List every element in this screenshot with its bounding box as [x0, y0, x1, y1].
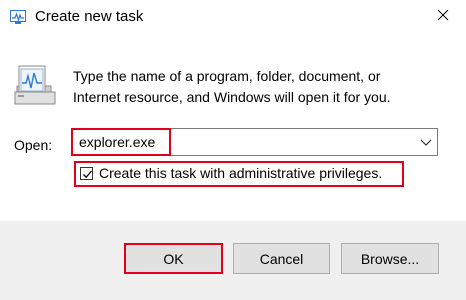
title-bar: Create new task: [0, 0, 466, 34]
instruction-text: Type the name of a program, folder, docu…: [73, 66, 443, 108]
ok-button[interactable]: OK: [124, 243, 223, 274]
admin-privileges-label: Create this task with administrative pri…: [99, 165, 383, 181]
create-new-task-dialog: Create new task Type the name of a progr…: [0, 0, 466, 300]
open-label: Open:: [14, 137, 53, 153]
instruction-line-2: Internet resource, and Windows will open…: [73, 89, 391, 105]
checkmark-icon: [83, 170, 92, 178]
admin-privileges-option[interactable]: Create this task with administrative pri…: [74, 162, 382, 184]
admin-privileges-checkbox[interactable]: [80, 166, 93, 180]
instruction-line-1: Type the name of a program, folder, docu…: [73, 68, 381, 84]
browse-button[interactable]: Browse...: [341, 243, 439, 274]
chevron-down-icon[interactable]: [419, 136, 433, 148]
open-combobox[interactable]: [71, 128, 438, 156]
open-input[interactable]: [72, 129, 402, 155]
run-program-icon: [13, 64, 57, 108]
close-button[interactable]: [420, 0, 466, 34]
cancel-button[interactable]: Cancel: [233, 243, 330, 274]
task-manager-icon: [10, 9, 26, 25]
window-title: Create new task: [35, 8, 144, 25]
close-icon: [437, 8, 449, 26]
